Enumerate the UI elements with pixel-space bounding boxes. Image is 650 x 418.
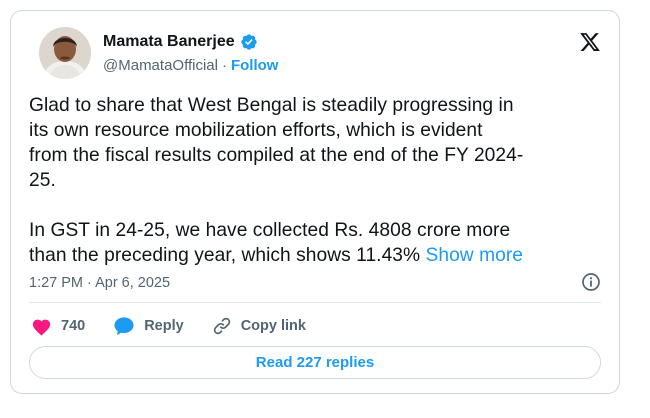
author-handle-row: @MamataOfficial · Follow — [103, 57, 278, 74]
read-replies-button[interactable]: Read 227 replies — [29, 346, 601, 379]
info-icon[interactable] — [581, 272, 601, 292]
action-bar: 740 Reply Copy link — [31, 314, 334, 338]
author-name-row: Mamata Banerjee — [103, 33, 258, 51]
handle-separator: · — [221, 57, 227, 74]
divider — [29, 302, 601, 303]
tweet-body: Glad to share that West Bengal is steadi… — [29, 95, 524, 266]
verified-badge-icon — [240, 33, 258, 51]
tweet-card: Mamata Banerjee @MamataOfficial · Follow… — [10, 10, 620, 394]
show-more-link[interactable]: Show more — [426, 245, 524, 266]
link-icon — [212, 316, 232, 336]
reply-bubble-icon — [113, 316, 135, 336]
author-display-name[interactable]: Mamata Banerjee — [103, 33, 235, 51]
like-count: 740 — [61, 318, 86, 334]
like-button[interactable]: 740 — [31, 317, 85, 336]
reply-button[interactable]: Reply — [113, 316, 184, 336]
tweet-timestamp[interactable]: 1:27 PM · Apr 6, 2025 — [29, 275, 170, 291]
follow-button[interactable]: Follow — [231, 57, 279, 74]
reply-label: Reply — [144, 318, 184, 334]
avatar[interactable] — [39, 27, 91, 79]
author-handle[interactable]: @MamataOfficial — [103, 57, 218, 74]
copy-link-button[interactable]: Copy link — [212, 316, 306, 336]
copy-link-label: Copy link — [240, 318, 306, 334]
heart-icon — [31, 317, 52, 336]
x-logo-icon[interactable] — [579, 31, 601, 53]
tweet-text: Glad to share that West Bengal is steadi… — [29, 93, 607, 268]
